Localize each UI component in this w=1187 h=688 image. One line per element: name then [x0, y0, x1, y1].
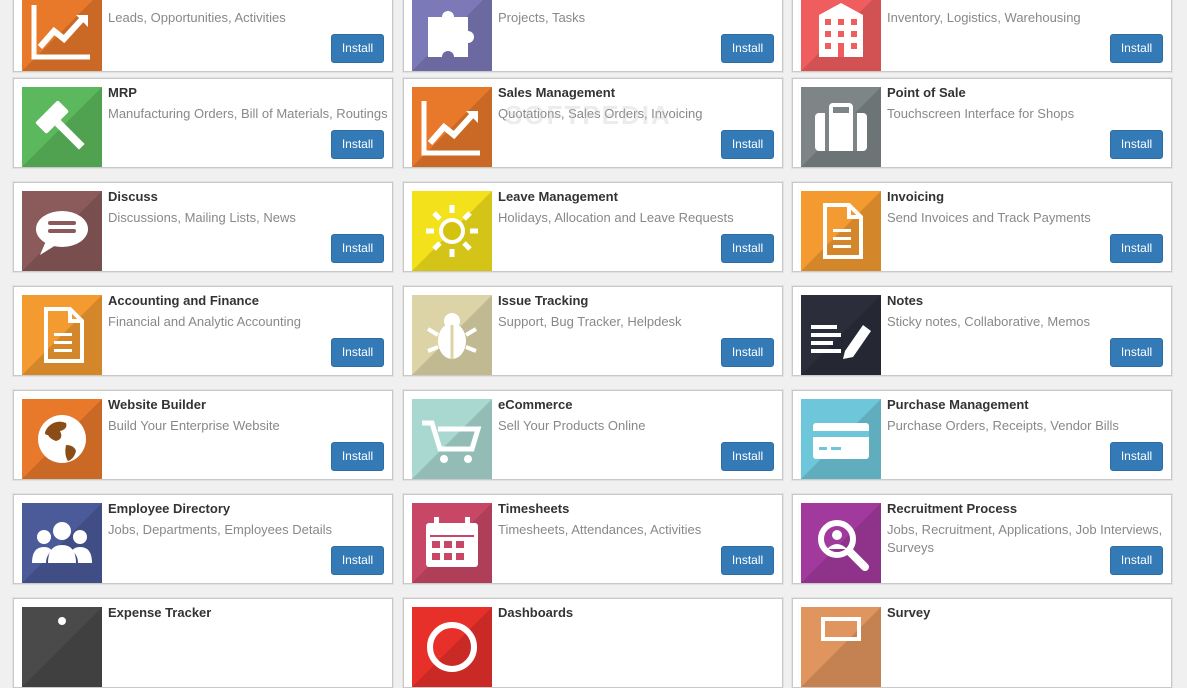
app-description: Purchase Orders, Receipts, Vendor Bills [887, 418, 1119, 433]
app-card: Projects, Tasks Install [403, 0, 783, 72]
app-description: Manufacturing Orders, Bill of Materials,… [108, 106, 388, 121]
app-title: Recruitment Process [887, 501, 1018, 516]
app-description: Projects, Tasks [498, 10, 586, 25]
magnifier-icon [801, 503, 881, 583]
install-button[interactable]: Install [721, 442, 774, 471]
app-description: Sell Your Products Online [498, 418, 646, 433]
briefcase-icon [801, 87, 881, 167]
app-card: Expense Tracker [13, 598, 393, 688]
app-title: Dashboards [498, 605, 574, 620]
app-title: Point of Sale [887, 85, 966, 100]
install-button[interactable]: Install [331, 338, 384, 367]
app-description: Inventory, Logistics, Warehousing [887, 10, 1081, 25]
install-button[interactable]: Install [331, 130, 384, 159]
install-button[interactable]: Install [1110, 34, 1163, 63]
chart-icon [22, 0, 102, 71]
install-button[interactable]: Install [721, 34, 774, 63]
document-icon [801, 191, 881, 271]
install-button[interactable]: Install [331, 546, 384, 575]
install-button[interactable]: Install [1110, 234, 1163, 263]
install-button[interactable]: Install [331, 234, 384, 263]
app-card: Dashboards [403, 598, 783, 688]
app-description: Send Invoices and Track Payments [887, 210, 1091, 225]
app-card: Purchase Management Purchase Orders, Rece… [792, 390, 1172, 480]
app-card: Leads, Opportunities, Activities Install [13, 0, 393, 72]
app-card: Invoicing Send Invoices and Track Payment… [792, 182, 1172, 272]
card-icon [801, 399, 881, 479]
app-description: Touchscreen Interface for Shops [887, 106, 1075, 121]
app-card: Issue Tracking Support, Bug Tracker, Help… [403, 286, 783, 376]
install-button[interactable]: Install [1110, 546, 1163, 575]
hammer-icon [22, 87, 102, 167]
app-card: Point of Sale Touchscreen Interface for S… [792, 78, 1172, 168]
app-title: Website Builder [108, 397, 207, 412]
app-description: Support, Bug Tracker, Helpdesk [498, 314, 682, 329]
app-title: Invoicing [887, 189, 945, 204]
app-title: Issue Tracking [498, 293, 589, 308]
app-card: Notes Sticky notes, Collaborative, Memos I… [792, 286, 1172, 376]
install-button[interactable]: Install [721, 130, 774, 159]
document-icon [22, 295, 102, 375]
globe-icon [22, 399, 102, 479]
app-description: Leads, Opportunities, Activities [108, 10, 286, 25]
app-description: Sticky notes, Collaborative, Memos [887, 314, 1091, 329]
app-title: Expense Tracker [108, 605, 212, 620]
cart-icon [412, 399, 492, 479]
install-button[interactable]: Install [1110, 442, 1163, 471]
app-title: MRP [108, 85, 137, 100]
install-button[interactable]: Install [721, 338, 774, 367]
note-icon [801, 295, 881, 375]
app-card: Accounting and Finance Financial and Anal… [13, 286, 393, 376]
install-button[interactable]: Install [1110, 130, 1163, 159]
apps-grid: Leads, Opportunities, Activities Install P… [0, 0, 1187, 688]
app-card: Leave Management Holidays, Allocation and… [403, 182, 783, 272]
dashboard-icon [412, 607, 492, 687]
app-title: eCommerce [498, 397, 573, 412]
watermark: SOFTPEDIA [505, 100, 672, 130]
install-button[interactable]: Install [331, 34, 384, 63]
app-description: Jobs, Departments, Employees Details [108, 522, 332, 537]
survey-icon [801, 607, 881, 687]
install-button[interactable]: Install [331, 442, 384, 471]
app-card: Survey [792, 598, 1172, 688]
bug-icon [412, 295, 492, 375]
app-description: Discussions, Mailing Lists, News [108, 210, 296, 225]
app-title: Sales Management [498, 85, 616, 100]
app-card: Timesheets Timesheets, Attendances, Activ… [403, 494, 783, 584]
calendar-icon [412, 503, 492, 583]
install-button[interactable]: Install [721, 546, 774, 575]
app-title: Accounting and Finance [108, 293, 259, 308]
puzzle-icon [412, 0, 492, 71]
app-card: Inventory, Logistics, Warehousing Install [792, 0, 1172, 72]
app-card: eCommerce Sell Your Products Online Instal… [403, 390, 783, 480]
chat-icon [22, 191, 102, 271]
app-card: MRP Manufacturing Orders, Bill of Materia… [13, 78, 393, 168]
app-card: Website Builder Build Your Enterprise Web… [13, 390, 393, 480]
app-title: Employee Directory [108, 501, 231, 516]
sun-icon [412, 191, 492, 271]
app-card: Discuss Discussions, Mailing Lists, News I… [13, 182, 393, 272]
app-card: Employee Directory Jobs, Departments, Emp… [13, 494, 393, 584]
chart-icon [412, 87, 492, 167]
app-title: Discuss [108, 189, 158, 204]
expense-icon [22, 607, 102, 687]
people-icon [22, 503, 102, 583]
app-description: Financial and Analytic Accounting [108, 314, 301, 329]
building-icon [801, 0, 881, 71]
app-description: Timesheets, Attendances, Activities [498, 522, 702, 537]
app-title: Notes [887, 293, 924, 308]
app-title: Leave Management [498, 189, 618, 204]
app-description: Build Your Enterprise Website [108, 418, 280, 433]
install-button[interactable]: Install [1110, 338, 1163, 367]
app-title: Survey [887, 605, 931, 620]
app-card: Recruitment Process Jobs, Recruitment, Ap… [792, 494, 1172, 584]
app-title: Purchase Management [887, 397, 1029, 412]
install-button[interactable]: Install [721, 234, 774, 263]
app-title: Timesheets [498, 501, 570, 516]
app-description: Holidays, Allocation and Leave Requests [498, 210, 734, 225]
